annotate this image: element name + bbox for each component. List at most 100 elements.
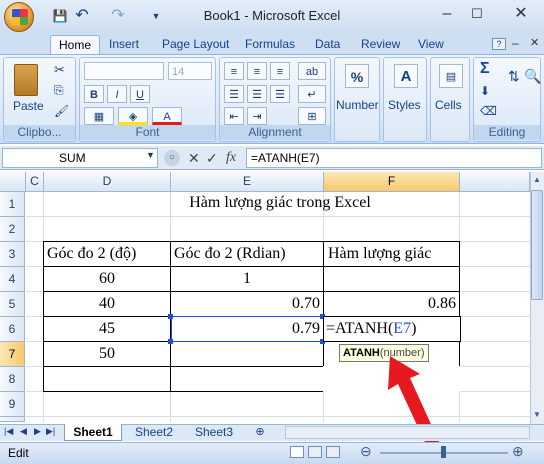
- scroll-up-icon[interactable]: ▲: [531, 173, 543, 187]
- row-header-8[interactable]: 8: [0, 367, 25, 392]
- minimize-button[interactable]: –: [434, 4, 460, 24]
- column-header-g[interactable]: [460, 172, 530, 192]
- cut-icon[interactable]: ✂: [54, 62, 65, 78]
- cell-e5[interactable]: 1: [171, 270, 323, 288]
- tab-home[interactable]: Home: [50, 35, 101, 54]
- find-select-icon[interactable]: 🔍: [524, 68, 541, 85]
- cell-d6[interactable]: 40: [44, 295, 170, 313]
- scroll-down-icon[interactable]: ▼: [531, 408, 543, 422]
- cell-e4[interactable]: Góc đo 2 (Rdian): [174, 245, 286, 263]
- font-size-dropdown[interactable]: 14: [168, 62, 212, 80]
- increase-indent-icon[interactable]: ⇥: [247, 107, 267, 125]
- tab-formulas[interactable]: Formulas: [245, 35, 295, 54]
- cells-icon[interactable]: ▤: [439, 64, 463, 88]
- align-bottom-icon[interactable]: ≡: [270, 62, 290, 80]
- italic-button[interactable]: I: [107, 85, 127, 103]
- row-header-5[interactable]: 5: [0, 292, 25, 317]
- close-button[interactable]: ✕: [508, 4, 534, 24]
- fill-icon[interactable]: ⬇: [480, 84, 490, 98]
- insert-sheet-icon[interactable]: ⊕: [250, 424, 270, 441]
- styles-button[interactable]: Styles: [388, 98, 421, 112]
- formula-input[interactable]: =ATANH(E7): [246, 148, 542, 168]
- name-box-dropdown-icon[interactable]: ▼: [146, 150, 155, 160]
- select-all-corner[interactable]: [0, 172, 26, 192]
- cell-title[interactable]: Hàm lượng giác trong Excel: [170, 194, 390, 212]
- orientation-icon[interactable]: ab: [298, 62, 326, 80]
- tab-review[interactable]: Review: [361, 35, 400, 54]
- align-middle-icon[interactable]: ≡: [247, 62, 267, 80]
- cell-f6[interactable]: 0.86: [324, 295, 456, 313]
- number-button[interactable]: Number: [336, 98, 379, 112]
- sort-filter-icon[interactable]: ⇅: [508, 68, 520, 85]
- cancel-icon[interactable]: ✕: [188, 150, 200, 167]
- row-header-2[interactable]: 2: [0, 217, 25, 242]
- row-header-9[interactable]: 9: [0, 392, 25, 417]
- cell-d5[interactable]: 60: [44, 270, 170, 288]
- font-name-dropdown[interactable]: [84, 62, 164, 80]
- paste-button[interactable]: Paste: [13, 99, 44, 113]
- sheet-tab-1[interactable]: Sheet1: [64, 424, 122, 441]
- insert-function-icon[interactable]: fx: [226, 150, 236, 166]
- help-icon[interactable]: ?: [492, 38, 506, 50]
- scroll-thumb[interactable]: [531, 190, 543, 300]
- normal-view-icon[interactable]: [290, 446, 304, 458]
- tab-page-layout[interactable]: Page Layout: [162, 35, 229, 54]
- cell-d4[interactable]: Góc đo 2 (độ): [47, 245, 136, 263]
- sheet-tab-2[interactable]: Sheet2: [126, 424, 182, 441]
- formula-bar-expand-icon[interactable]: ○: [164, 150, 180, 166]
- column-header-d[interactable]: D: [44, 172, 171, 192]
- column-header-e[interactable]: E: [171, 172, 324, 192]
- last-sheet-icon[interactable]: ▶|: [46, 426, 55, 437]
- row-header-4[interactable]: 4: [0, 267, 25, 292]
- clear-icon[interactable]: ⌫: [480, 104, 497, 118]
- align-right-icon[interactable]: ☰: [270, 85, 290, 103]
- tab-data[interactable]: Data: [315, 35, 340, 54]
- page-break-view-icon[interactable]: [326, 446, 340, 458]
- align-center-icon[interactable]: ☰: [247, 85, 267, 103]
- maximize-button[interactable]: ☐: [464, 4, 490, 24]
- wrap-text-icon[interactable]: ↵: [298, 85, 326, 103]
- name-box[interactable]: SUM: [2, 148, 158, 168]
- ref-handle[interactable]: [168, 339, 173, 344]
- workbook-minimize-icon[interactable]: –: [512, 36, 519, 50]
- tab-insert[interactable]: Insert: [109, 35, 139, 54]
- format-painter-icon[interactable]: 🖌: [54, 104, 69, 118]
- cells-button[interactable]: Cells: [435, 98, 462, 112]
- zoom-in-icon[interactable]: ⊕: [512, 443, 524, 460]
- cell-d8[interactable]: 50: [44, 345, 170, 363]
- merge-center-icon[interactable]: ⊞: [298, 107, 326, 125]
- row-header-3[interactable]: 3: [0, 242, 25, 267]
- workbook-close-icon[interactable]: ✕: [530, 36, 539, 49]
- align-left-icon[interactable]: ☰: [224, 85, 244, 103]
- cell-f7-editor[interactable]: =ATANH(E7): [326, 320, 416, 338]
- column-header-f[interactable]: F: [324, 172, 460, 192]
- font-color-button[interactable]: A: [152, 107, 182, 125]
- styles-icon[interactable]: A: [394, 64, 418, 88]
- copy-icon[interactable]: ⎘: [54, 83, 64, 98]
- row-header-1[interactable]: 1: [0, 192, 25, 217]
- column-header-c[interactable]: C: [26, 172, 44, 192]
- align-top-icon[interactable]: ≡: [224, 62, 244, 80]
- row-header-7[interactable]: 7: [0, 342, 25, 367]
- cell-f4[interactable]: Hàm lượng giác: [328, 245, 431, 263]
- page-layout-view-icon[interactable]: [308, 446, 322, 458]
- cell-d7[interactable]: 45: [44, 320, 170, 338]
- ref-handle[interactable]: [168, 314, 173, 319]
- bold-button[interactable]: B: [84, 85, 104, 103]
- decrease-indent-icon[interactable]: ⇤: [224, 107, 244, 125]
- autosum-icon[interactable]: Σ: [480, 60, 490, 78]
- percent-icon[interactable]: %: [345, 64, 369, 88]
- row-header-6[interactable]: 6: [0, 317, 25, 342]
- horizontal-scrollbar[interactable]: [285, 426, 530, 439]
- first-sheet-icon[interactable]: |◀: [4, 426, 13, 437]
- zoom-slider-thumb[interactable]: [441, 446, 446, 458]
- sheet-tab-3[interactable]: Sheet3: [186, 424, 242, 441]
- underline-button[interactable]: U: [130, 85, 150, 103]
- prev-sheet-icon[interactable]: ◀: [20, 426, 27, 437]
- paste-icon[interactable]: [14, 64, 38, 96]
- enter-icon[interactable]: ✓: [206, 150, 218, 167]
- next-sheet-icon[interactable]: ▶: [34, 426, 41, 437]
- cell-e6[interactable]: 0.70: [171, 295, 320, 313]
- row-header-10[interactable]: [0, 417, 25, 422]
- fill-color-button[interactable]: ◈: [118, 107, 148, 125]
